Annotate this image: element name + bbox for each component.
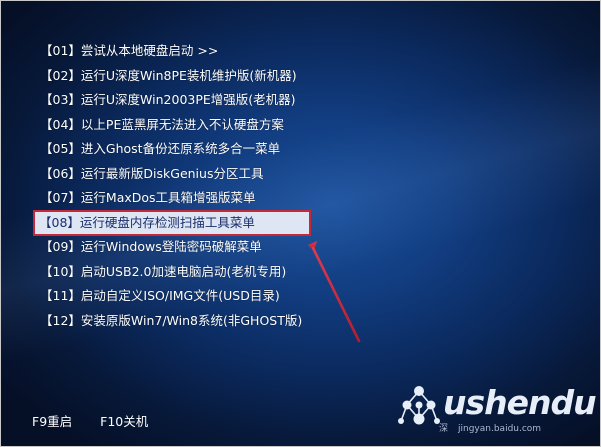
menu-item-08-selected[interactable]: 【08】运行硬盘内存检测扫描工具菜单: [33, 209, 311, 236]
boot-menu-screen: 【01】尝试从本地硬盘启动 >> 【02】运行U深度Win8PE装机维护版(新机…: [0, 0, 601, 447]
menu-item-06[interactable]: 【06】运行最新版DiskGenius分区工具: [38, 162, 328, 187]
watermark-site: jingyan.baidu.com: [458, 424, 542, 434]
menu-item-03[interactable]: 【03】运行U深度Win2003PE增强版(老机器): [38, 88, 328, 113]
logo-wordmark: ushendu: [443, 383, 597, 422]
function-keys: F9重启 F10关机: [32, 411, 172, 430]
menu-item-07[interactable]: 【07】运行MaxDos工具箱增强版菜单: [38, 186, 328, 211]
menu-item-10[interactable]: 【10】启动USB2.0加速电脑启动(老机专用): [38, 260, 328, 285]
logo-sub-left: 深: [439, 424, 449, 434]
menu-item-12[interactable]: 【12】安装原版Win7/Win8系统(非GHOST版): [38, 309, 328, 334]
ushendu-logo: ushendu 深 jingyan.baidu.com: [389, 377, 597, 437]
menu-item-02[interactable]: 【02】运行U深度Win8PE装机维护版(新机器): [38, 64, 328, 89]
menu-item-04[interactable]: 【04】以上PE蓝黑屏无法进入不认硬盘方案: [38, 113, 328, 138]
logo-subtitle: 深 jingyan.baidu.com: [439, 421, 541, 434]
boot-menu: 【01】尝试从本地硬盘启动 >> 【02】运行U深度Win8PE装机维护版(新机…: [33, 39, 328, 334]
f9-restart-key[interactable]: F9重启: [32, 414, 72, 429]
menu-item-05[interactable]: 【05】进入Ghost备份还原系统多合一菜单: [38, 137, 328, 162]
menu-item-09[interactable]: 【09】运行Windows登陆密码破解菜单: [38, 235, 328, 260]
f10-shutdown-key[interactable]: F10关机: [100, 414, 148, 429]
menu-item-01[interactable]: 【01】尝试从本地硬盘启动 >>: [38, 39, 328, 64]
menu-item-11[interactable]: 【11】启动自定义ISO/IMG文件(USD目录): [38, 284, 328, 309]
